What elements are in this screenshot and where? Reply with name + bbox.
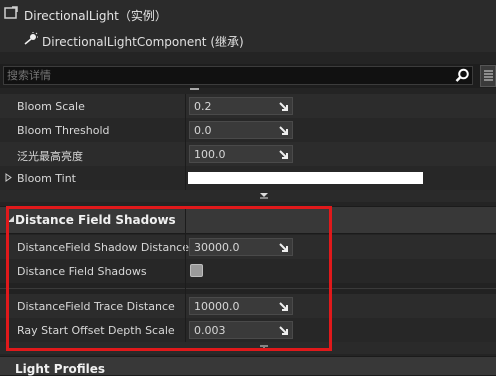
actor-title: DirectionalLight（实例） <box>24 9 167 23</box>
highlight-box <box>6 206 332 351</box>
component-label: DirectionalLightComponent (继承) <box>42 35 244 49</box>
bloom-threshold-value: 0.0 <box>194 124 212 137</box>
bloom-tint-label: Bloom Tint <box>17 172 76 185</box>
collapse-marker <box>190 88 199 90</box>
bloom-max-brightness-label: 泛光最高亮度 <box>17 150 83 163</box>
bloom-threshold-field[interactable]: 0.0 <box>189 121 293 139</box>
view-options-button[interactable] <box>480 65 496 87</box>
next-category-title: Light Profiles <box>15 362 106 376</box>
bloom-tint-color-swatch[interactable] <box>188 172 423 184</box>
column-divider <box>185 94 186 190</box>
bloom-threshold-label: Bloom Threshold <box>17 124 110 137</box>
bloom-max-brightness-value: 100.0 <box>194 148 226 161</box>
resize-arrow-icon <box>279 126 288 135</box>
search-icon[interactable] <box>455 68 470 83</box>
resize-arrow-icon <box>279 102 288 111</box>
bloom-max-brightness-field[interactable]: 100.0 <box>189 145 293 163</box>
bloom-scale-field[interactable]: 0.2 <box>189 97 293 115</box>
grid-icon <box>484 70 493 81</box>
resize-arrow-icon <box>279 150 288 159</box>
expand-arrow-icon[interactable] <box>5 173 13 182</box>
advanced-toggle[interactable] <box>0 190 496 202</box>
search-input[interactable] <box>3 66 473 85</box>
actor-icon <box>4 6 18 19</box>
bloom-scale-value: 0.2 <box>194 100 212 113</box>
bloom-scale-label: Bloom Scale <box>17 100 85 113</box>
light-component-icon <box>24 32 38 45</box>
chevron-down-icon <box>260 193 268 199</box>
